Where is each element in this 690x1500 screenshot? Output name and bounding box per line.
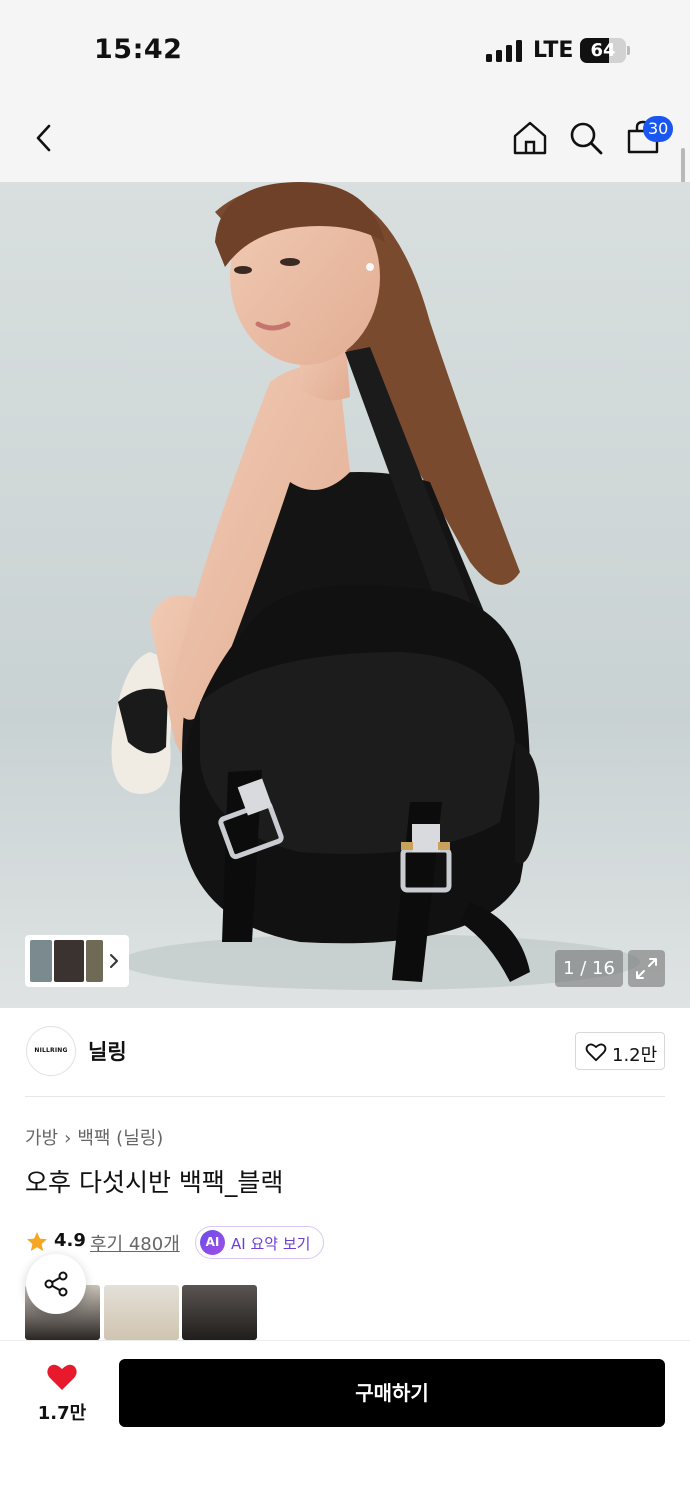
ai-summary-button[interactable]: AI AI 요약 보기 — [195, 1226, 324, 1259]
brand-name[interactable]: 닐링 — [88, 1036, 127, 1066]
brand-logo[interactable]: NILLRING — [26, 1026, 76, 1076]
chevron-right-icon: › — [64, 1128, 72, 1149]
product-hero-image[interactable] — [0, 182, 690, 1008]
battery-icon: 64 — [580, 38, 626, 63]
review-count-link[interactable]: 후기 480개 — [90, 1230, 180, 1256]
home-icon[interactable] — [510, 118, 550, 158]
rating-row: 4.9 후기 480개 AI AI 요약 보기 — [25, 1226, 665, 1259]
expand-button[interactable] — [628, 950, 665, 987]
product-title: 오후 다섯시반 백팩_블랙 — [25, 1168, 284, 1197]
share-icon — [44, 1271, 68, 1297]
buy-button[interactable]: 구매하기 — [119, 1359, 665, 1427]
expand-icon — [636, 958, 657, 979]
cart-count-badge[interactable]: 30 — [643, 116, 674, 142]
top-nav-bar — [0, 100, 690, 182]
product-like-count: 1.7만 — [37, 1403, 87, 1424]
brand-like-count: 1.2만 — [612, 1045, 658, 1066]
back-icon[interactable] — [24, 118, 64, 158]
chevron-right-icon — [110, 954, 118, 968]
product-photo — [0, 182, 690, 1008]
gallery-thumbnail-strip[interactable] — [25, 935, 129, 987]
battery-level: 64 — [590, 40, 616, 61]
heart-filled-icon[interactable] — [46, 1362, 78, 1392]
divider — [25, 1096, 665, 1097]
gallery-thumbnail[interactable] — [54, 940, 84, 982]
gallery-page-counter: 1 / 16 — [555, 950, 623, 987]
status-bar: 15:42 LTE 64 — [0, 0, 690, 100]
search-icon[interactable] — [566, 118, 606, 158]
brand-like-button[interactable]: 1.2만 — [575, 1032, 665, 1070]
ai-summary-label: AI 요약 보기 — [231, 1235, 311, 1253]
breadcrumb-item[interactable]: 가방 — [25, 1128, 58, 1149]
gallery-thumbnail[interactable] — [86, 940, 103, 982]
rating-value: 4.9 — [54, 1230, 86, 1251]
breadcrumb-item[interactable]: 백팩 (닐링) — [77, 1128, 163, 1149]
gallery-thumbnail[interactable] — [30, 940, 52, 982]
heart-outline-icon — [585, 1043, 607, 1062]
star-icon — [27, 1232, 47, 1251]
review-photo-thumbnail[interactable] — [104, 1285, 179, 1340]
share-button[interactable] — [26, 1254, 86, 1314]
status-time: 15:42 — [94, 34, 183, 65]
breadcrumb: 가방 › 백팩 (닐링) — [25, 1124, 163, 1150]
signal-icon — [486, 40, 522, 62]
ai-icon: AI — [200, 1230, 225, 1255]
network-type: LTE — [533, 38, 574, 63]
review-photo-thumbnail[interactable] — [182, 1285, 257, 1340]
